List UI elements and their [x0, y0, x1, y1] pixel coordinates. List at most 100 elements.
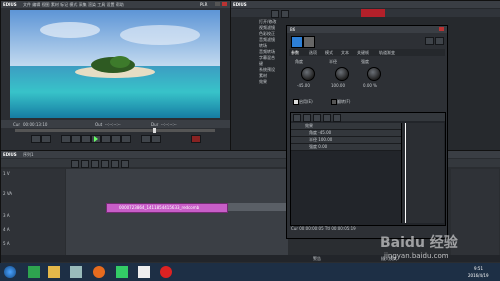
tl-tool-button[interactable]: [71, 160, 79, 168]
status-warning: 警告: [313, 256, 321, 261]
player-scrubber[interactable]: [15, 128, 215, 133]
kf-row-label: 角度: [309, 130, 317, 135]
menu-edit[interactable]: 编辑: [32, 2, 40, 7]
menu-clip[interactable]: 素材: [51, 2, 59, 7]
dialog-close-icon[interactable]: [439, 27, 444, 31]
clip-tail[interactable]: [228, 203, 286, 211]
menu-mode[interactable]: 模式: [69, 2, 77, 7]
knob-label: 半径: [329, 59, 337, 64]
track-header[interactable]: 4 A: [3, 227, 10, 232]
kf-button[interactable]: [333, 114, 341, 122]
prev-frame-button[interactable]: [61, 135, 71, 143]
kf-row-value[interactable]: 100.00: [318, 137, 332, 142]
loop-button[interactable]: [121, 135, 131, 143]
tab-options[interactable]: 选项: [309, 50, 317, 56]
knob-value[interactable]: -45.00: [297, 83, 310, 88]
folder-icon[interactable]: [48, 266, 60, 278]
radius-knob[interactable]: [335, 67, 349, 81]
overwrite-button[interactable]: [151, 135, 161, 143]
set-in-button[interactable]: [31, 135, 41, 143]
video-clip[interactable]: 0000723864_1411854415633_redcomb: [106, 203, 228, 213]
menu-view[interactable]: 视图: [42, 2, 50, 7]
out-label: Out: [95, 122, 103, 127]
taskbar-date[interactable]: 2016/4/19: [468, 273, 489, 278]
record-app-icon[interactable]: [160, 266, 172, 278]
tl-tool-button[interactable]: [101, 160, 109, 168]
effect-link-icon[interactable]: [303, 36, 315, 48]
effect-dialog: B6 参数 选项 模式 文本 关键帧 轨道渐变 角度 -45.00 半径 100…: [286, 25, 448, 239]
rewind-button[interactable]: [71, 135, 81, 143]
player-mode-label[interactable]: PLR: [200, 2, 207, 7]
track-header[interactable]: 2 VA: [3, 191, 12, 196]
dialog-load-button[interactable]: [435, 37, 444, 45]
angle-knob[interactable]: [301, 67, 315, 81]
kf-button[interactable]: [313, 114, 321, 122]
playhead[interactable]: [405, 123, 406, 223]
chat-app-icon[interactable]: [28, 266, 40, 278]
record-button[interactable]: [191, 135, 201, 143]
menu-help[interactable]: 帮助: [116, 2, 124, 7]
track-area[interactable]: 0000723864_1411854415633_redcomb: [66, 169, 288, 255]
dialog-title: B6: [290, 27, 296, 32]
kf-row-value[interactable]: 0.00: [318, 144, 327, 149]
effect-preset-icon[interactable]: [291, 36, 303, 48]
play-icon: [94, 136, 98, 142]
start-icon[interactable]: [4, 266, 16, 278]
tab-keyframe[interactable]: 关键帧: [357, 50, 369, 56]
track-header[interactable]: 5 A: [3, 241, 10, 246]
menu-marker[interactable]: 标记: [60, 2, 68, 7]
tl-tool-button[interactable]: [121, 160, 129, 168]
kf-row[interactable]: 强度 0.00: [291, 144, 401, 151]
fast-forward-button[interactable]: [101, 135, 111, 143]
app-icon[interactable]: [138, 266, 150, 278]
insert-button[interactable]: [141, 135, 151, 143]
stop-button[interactable]: [81, 135, 91, 143]
set-out-button[interactable]: [41, 135, 51, 143]
play-button[interactable]: [91, 135, 101, 143]
kf-row[interactable]: 半径 100.00: [291, 137, 401, 144]
scrubber-handle[interactable]: [153, 128, 156, 133]
kf-row[interactable]: 效果: [291, 123, 401, 130]
knob-value[interactable]: 0.00 %: [363, 83, 377, 88]
kf-row[interactable]: 角度 -45.00: [291, 130, 401, 137]
player-menu: 文件 编辑 视图 素材 标记 模式 采集 渲染 工具 设置 帮助: [23, 2, 124, 8]
knob-value[interactable]: 100.00: [331, 83, 345, 88]
window-close-icon[interactable]: [222, 2, 227, 6]
image-app-icon[interactable]: [70, 266, 82, 278]
bin-title-bar: EDIUS: [231, 1, 500, 8]
track-header[interactable]: 3 A: [3, 213, 10, 218]
kf-row-value[interactable]: -45.00: [318, 130, 331, 135]
menu-file[interactable]: 文件: [23, 2, 31, 7]
edius-icon[interactable]: [116, 266, 128, 278]
strength-knob[interactable]: [367, 67, 381, 81]
menu-settings[interactable]: 设置: [107, 2, 115, 7]
tl-tool-button[interactable]: [111, 160, 119, 168]
tab-mode[interactable]: 模式: [325, 50, 333, 56]
kf-button[interactable]: [323, 114, 331, 122]
menu-tools[interactable]: 工具: [97, 2, 105, 7]
dialog-tabs: 参数 选项 模式 文本 关键帧 轨道渐变: [289, 49, 445, 56]
kf-button[interactable]: [303, 114, 311, 122]
tree-item[interactable]: 效果: [259, 79, 289, 85]
keyframe-rows: 效果 角度 -45.00 半径 100.00 强度 0.00: [291, 123, 401, 151]
bin-tool-button[interactable]: [271, 10, 279, 18]
tab-text[interactable]: 文本: [341, 50, 349, 56]
firefox-icon[interactable]: [93, 266, 105, 278]
knob-label: 角度: [295, 59, 303, 64]
taskbar-time[interactable]: 9:51: [474, 266, 483, 271]
tl-tool-button[interactable]: [91, 160, 99, 168]
track-header[interactable]: 1 V: [3, 171, 10, 176]
menu-capture[interactable]: 采集: [79, 2, 87, 7]
tab-params[interactable]: 参数: [291, 50, 299, 56]
baidu-watermark: Baidu 经验: [380, 232, 458, 252]
tab-track-fade[interactable]: 轨道渐变: [379, 50, 395, 56]
keyframe-graph[interactable]: [401, 123, 444, 223]
tl-tool-button[interactable]: [81, 160, 89, 168]
window-min-icon[interactable]: [215, 2, 220, 6]
flip-label: 翻转(F): [337, 99, 351, 104]
menu-render[interactable]: 渲染: [88, 2, 96, 7]
next-frame-button[interactable]: [111, 135, 121, 143]
bin-tool-button[interactable]: [281, 10, 289, 18]
kf-button[interactable]: [293, 114, 301, 122]
dialog-save-button[interactable]: [425, 37, 434, 45]
